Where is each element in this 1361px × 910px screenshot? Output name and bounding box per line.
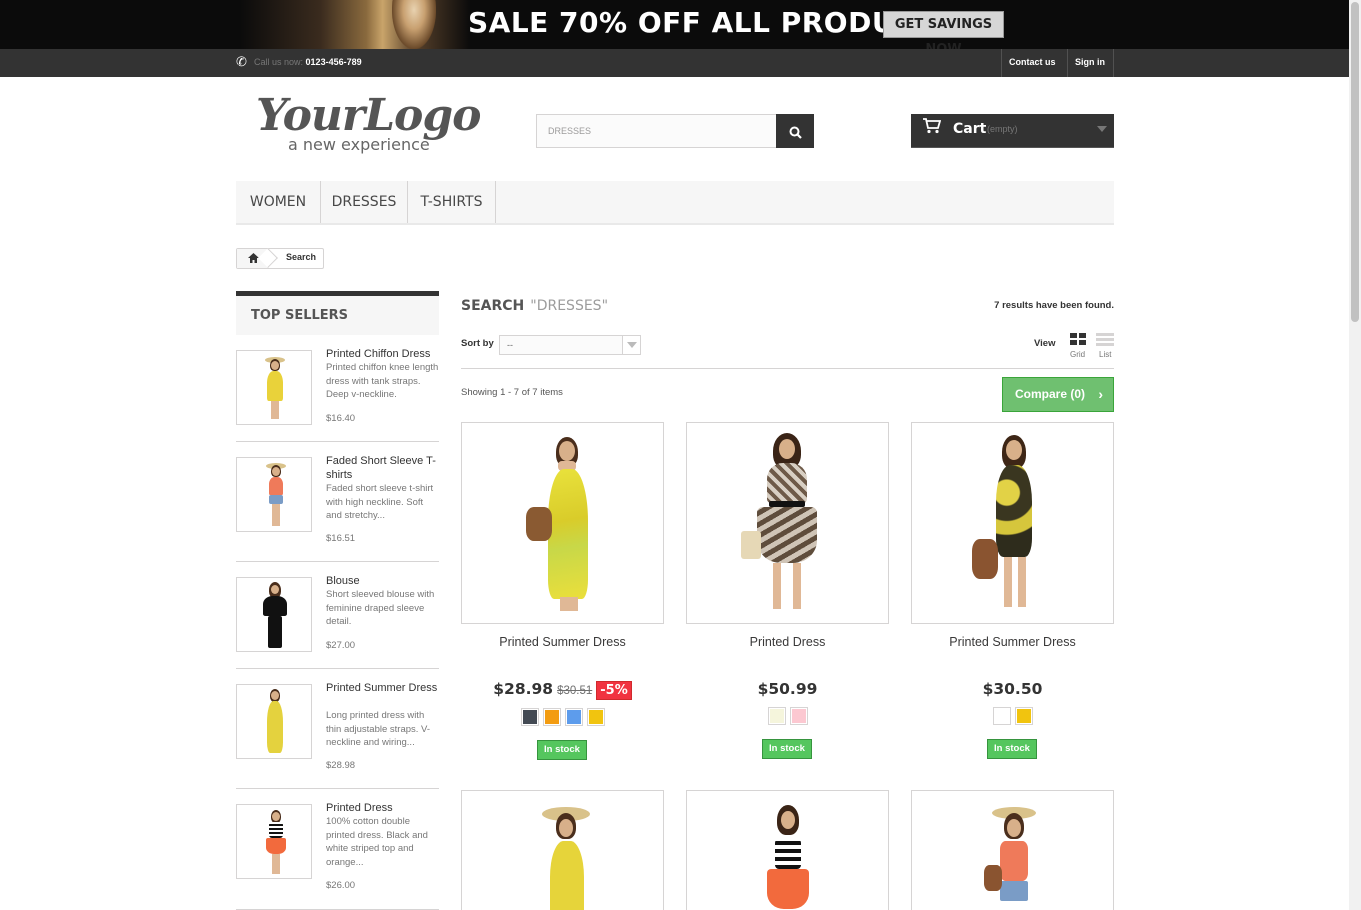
sidebar-product-name[interactable]: Faded Short Sleeve T-shirts — [326, 454, 439, 482]
sidebar-product-name[interactable]: Blouse — [326, 574, 439, 588]
sidebar-product-desc: Long printed dress with thin adjustable … — [326, 710, 431, 748]
page-scrollbar[interactable] — [1349, 0, 1361, 910]
call-us-text: Call us now: 0123-456-789 — [254, 57, 362, 67]
cart-status: (empty) — [987, 124, 1018, 134]
sidebar-product-name[interactable]: Printed Summer Dress — [326, 681, 439, 695]
cart-button[interactable]: Cart (empty) — [911, 114, 1114, 148]
menu-item-women[interactable]: WOMEN — [236, 181, 321, 223]
product-price: $50.99 — [757, 680, 818, 698]
grid-view-icon[interactable] — [1069, 333, 1087, 347]
color-swatch[interactable] — [520, 708, 539, 726]
stock-badge: In stock — [762, 739, 812, 759]
get-savings-button[interactable]: GET SAVINGS NOW — [883, 11, 1004, 49]
search-button[interactable] — [776, 114, 814, 148]
logo-text: YourLogo — [256, 90, 482, 141]
product-price: $30.50 — [982, 680, 1043, 698]
chevron-right-icon: › — [1098, 386, 1103, 402]
product-thumbnail[interactable] — [236, 684, 312, 759]
grid-view-label[interactable]: Grid — [1070, 350, 1085, 359]
product-image[interactable] — [911, 422, 1114, 624]
color-swatch[interactable] — [586, 708, 605, 726]
sidebar-product-desc: 100% cotton double printed dress. Black … — [326, 816, 428, 868]
sidebar-product-price: $27.00 — [326, 640, 356, 651]
list-view-icon[interactable] — [1096, 333, 1114, 347]
sidebar-product-desc: Short sleeved blouse with feminine drape… — [326, 589, 435, 627]
search-icon — [789, 126, 802, 139]
product-image[interactable] — [461, 790, 664, 910]
breadcrumb-current: Search — [286, 252, 317, 262]
top-nav-bar: ✆ Call us now: 0123-456-789 Contact us S… — [0, 49, 1349, 77]
chevron-down-icon — [1097, 126, 1107, 132]
sidebar-product-desc: Faded short sleeve t-shirt with high nec… — [326, 483, 434, 521]
discount-badge: -5% — [596, 681, 632, 700]
menu-item-tshirts[interactable]: T-SHIRTS — [408, 181, 496, 223]
sidebar-product: Printed Summer Dress Long printed dress … — [236, 681, 439, 789]
product-name[interactable]: Printed Summer Dress — [911, 635, 1114, 649]
banner-model-image — [392, 0, 436, 49]
product-thumbnail[interactable] — [236, 457, 312, 532]
product-image[interactable] — [461, 422, 664, 624]
product-image[interactable] — [686, 422, 889, 624]
color-swatch[interactable] — [992, 707, 1011, 725]
product-thumbnail[interactable] — [236, 577, 312, 652]
list-view-label[interactable]: List — [1099, 350, 1111, 359]
home-icon — [247, 253, 259, 264]
results-count: 7 results have been found. — [994, 300, 1114, 311]
stock-badge: In stock — [987, 739, 1037, 759]
product-name[interactable]: Printed Summer Dress — [461, 635, 664, 649]
divider — [461, 368, 1114, 369]
phone-icon: ✆ — [236, 54, 247, 69]
sidebar-product-price: $28.98 — [326, 760, 356, 771]
phone-number: 0123-456-789 — [305, 57, 362, 67]
color-swatches — [911, 707, 1114, 725]
product-name[interactable]: Printed Dress — [686, 635, 889, 649]
product-image[interactable] — [911, 790, 1114, 910]
sidebar-product-name[interactable]: Printed Chiffon Dress — [326, 347, 439, 361]
product-thumbnail[interactable] — [236, 804, 312, 879]
contact-us-link[interactable]: Contact us — [1001, 49, 1063, 77]
sidebar-product: Printed Chiffon Dress Printed chiffon kn… — [236, 347, 439, 442]
color-swatches — [461, 708, 664, 726]
sidebar-product-name[interactable]: Printed Dress — [326, 801, 439, 815]
product-old-price: $30.51 — [557, 685, 593, 697]
compare-button[interactable]: Compare (0) › — [1002, 377, 1114, 412]
breadcrumb: Search — [236, 248, 324, 269]
sale-banner[interactable]: SALE 70% OFF ALL PRODUCTS GET SAVINGS NO… — [0, 0, 1349, 49]
cart-icon — [923, 118, 941, 134]
color-swatch[interactable] — [789, 707, 808, 725]
color-swatch[interactable] — [564, 708, 583, 726]
showing-count: Showing 1 - 7 of 7 items — [461, 387, 563, 398]
product-price: $28.98 $30.51 -5% — [461, 680, 664, 700]
chevron-down-icon — [622, 336, 640, 354]
sidebar-product: Faded Short Sleeve T-shirts Faded short … — [236, 454, 439, 562]
logo-tagline: a new experience — [288, 135, 430, 154]
sidebar-product-desc: Printed chiffon knee length dress with t… — [326, 362, 439, 400]
search-input[interactable]: DRESSES — [536, 114, 777, 148]
stock-badge: In stock — [537, 740, 587, 760]
cart-label: Cart — [953, 121, 987, 137]
color-swatches — [686, 707, 889, 725]
view-label: View — [1034, 338, 1056, 349]
menu-item-dresses[interactable]: DRESSES — [321, 181, 408, 223]
sidebar-product: Printed Dress 100% cotton double printed… — [236, 801, 439, 910]
sidebar-product-price: $16.51 — [326, 533, 356, 544]
color-swatch[interactable] — [767, 707, 786, 725]
sort-by-label: Sort by — [461, 338, 494, 349]
sidebar-product: Blouse Short sleeved blouse with feminin… — [236, 574, 439, 669]
sidebar-product-price: $16.40 — [326, 413, 356, 424]
main-menu: WOMEN DRESSES T-SHIRTS — [236, 181, 1114, 225]
sort-select[interactable]: -- — [499, 335, 641, 355]
search-query: "DRESSES" — [530, 298, 609, 314]
store-logo[interactable]: YourLogo a new experience — [256, 90, 482, 156]
scrollbar-thumb[interactable] — [1351, 2, 1359, 322]
page-title: SEARCH "DRESSES" — [461, 298, 609, 314]
product-image[interactable] — [686, 790, 889, 910]
product-thumbnail[interactable] — [236, 350, 312, 425]
sign-in-link[interactable]: Sign in — [1067, 49, 1114, 77]
top-sellers-title[interactable]: TOP SELLERS — [236, 291, 439, 335]
color-swatch[interactable] — [542, 708, 561, 726]
color-swatch[interactable] — [1014, 707, 1033, 725]
sidebar-product-price: $26.00 — [326, 880, 356, 891]
sort-select-value: -- — [507, 340, 513, 350]
